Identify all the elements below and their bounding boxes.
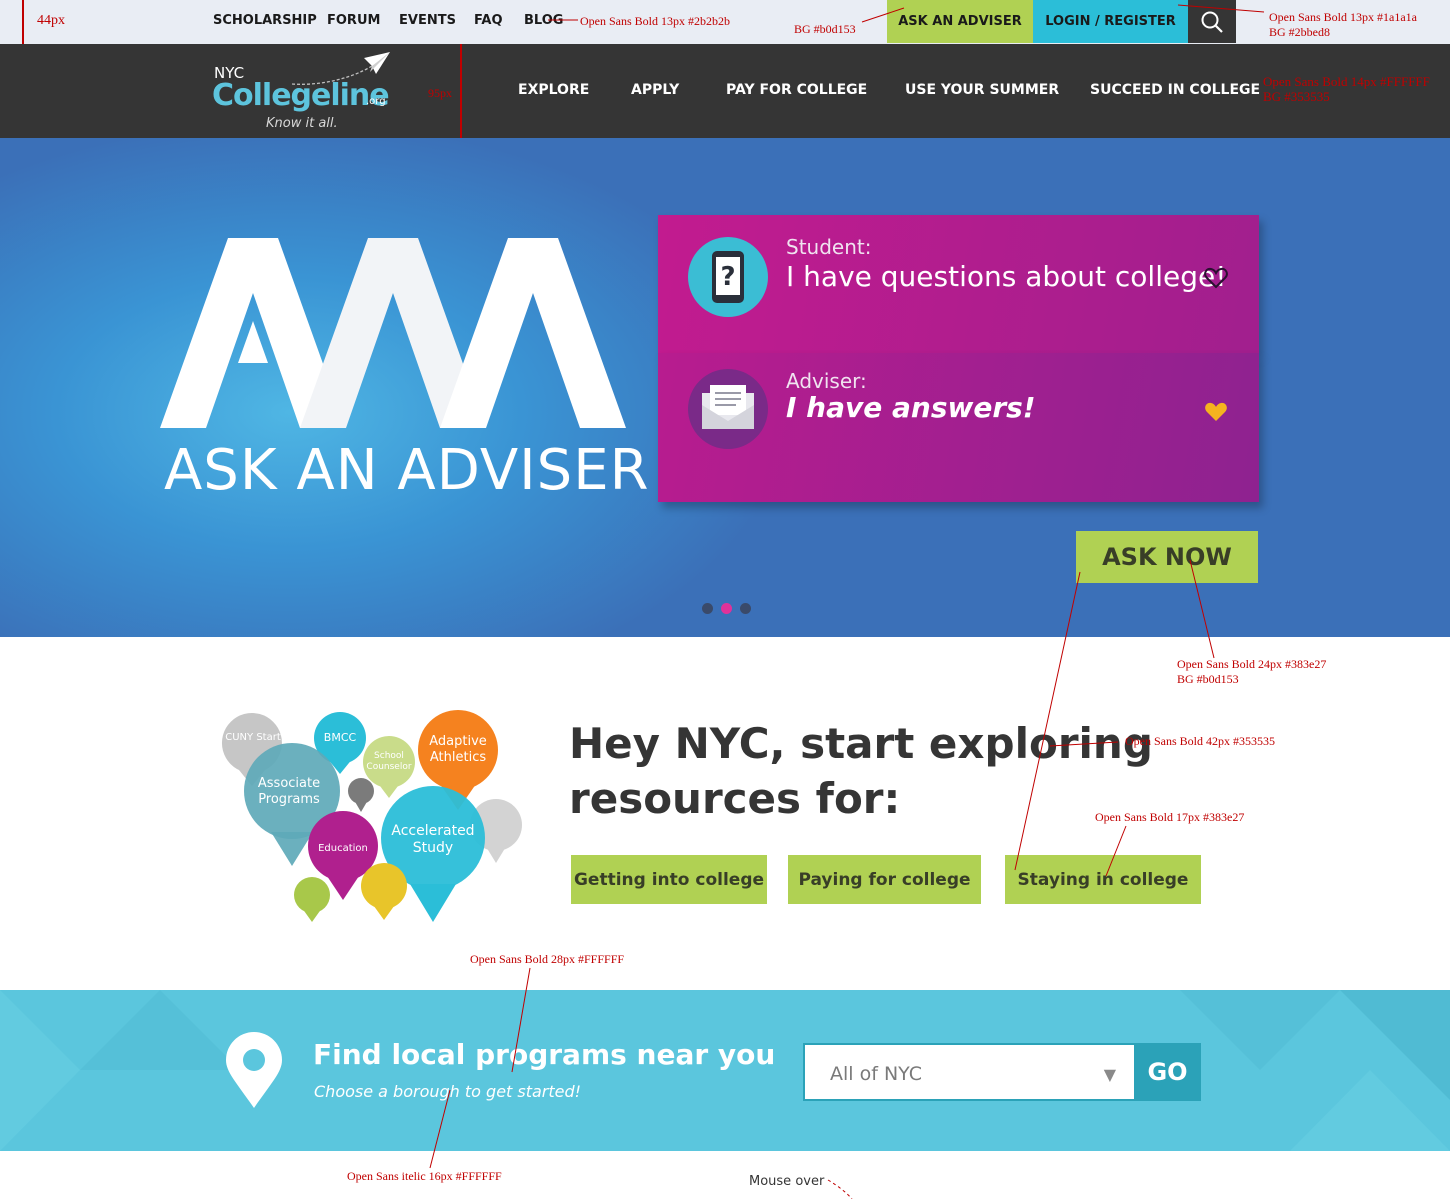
ask-adviser-button[interactable]: ASK AN ADVISER [887,0,1033,43]
util-link-scholarship[interactable]: SCHOLARSHIP [213,13,317,28]
svg-text:?: ? [720,262,735,292]
aaa-logo-graphic [160,238,626,428]
nav-apply[interactable]: APPLY [631,82,679,98]
main-nav: NYC Collegeline .org Know it all. EXPLOR… [0,44,1450,138]
hero-banner: ASK AN ADVISER ? Student: I have questio… [0,138,1450,637]
student-message: I have questions about college! [786,260,1227,293]
logo-tagline: Know it all. [266,116,338,131]
ask-now-button[interactable]: ASK NOW [1076,531,1258,583]
find-local-section: Find local programs near you Choose a bo… [0,990,1450,1151]
logo-suffix: .org [366,96,386,107]
annotation-util-font: Open Sans Bold 13px #2b2b2b [580,14,730,28]
find-local-subtitle: Choose a borough to get started! [314,1082,582,1101]
bubble-label-accelerated-study: Accelerated Study [391,823,475,856]
annotation-marker [460,44,462,138]
annotation-nav-font: Open Sans Bold 14px #FFFFFF [1263,74,1430,89]
borough-select-value: All of NYC [830,1063,922,1085]
annotation-asknow-font: Open Sans Bold 24px #383e27 [1177,657,1327,671]
annotation-btn-font: Open Sans Bold 17px #383e27 [1095,810,1245,824]
bubble-label-bmcc: BMCC [323,731,357,744]
annotation-ask-bg: BG #b0d153 [794,22,856,36]
adviser-role: Adviser: [786,369,867,393]
annotation-login-font: Open Sans Bold 13px #1a1a1a [1269,10,1417,24]
search-icon [1201,11,1223,33]
find-local-title: Find local programs near you [313,1038,776,1071]
dropdown-arrow-icon: ▼ [1103,1065,1116,1084]
annotation-title-font: Open Sans Bold 42px #353535 [1125,734,1275,748]
annotation-sub-font: Open Sans itelic 16px #FFFFFF [347,1169,502,1183]
adviser-message: I have answers! [786,391,1036,424]
annotation-marker [22,0,24,44]
carousel-dot-1[interactable] [702,603,713,614]
util-link-forum[interactable]: FORUM [327,13,380,28]
carousel-dot-3[interactable] [740,603,751,614]
login-register-button[interactable]: LOGIN / REGISTER [1033,0,1188,43]
location-pin-icon [226,1032,282,1108]
nav-pay-for-college[interactable]: PAY FOR COLLEGE [726,82,867,98]
envelope-icon [688,369,768,449]
logo-name: Collegeline [212,78,390,113]
bubble-label-associate-programs: Associate Programs [257,776,321,807]
annotation-nav-bg: BG #353535 [1263,89,1330,104]
staying-in-college-button[interactable]: Staying in college [1005,855,1201,904]
search-button[interactable] [1188,0,1236,43]
student-card: ? Student: I have questions about colleg… [658,215,1259,353]
nav-explore[interactable]: EXPLORE [518,82,589,98]
carousel-dot-2[interactable] [721,603,732,614]
annotation-asknow-bg: BG #b0d153 [1177,672,1239,686]
heart-filled-icon[interactable] [1204,401,1228,423]
explore-title: Hey NYC, start exploring resources for: [569,719,1153,823]
adviser-card: Adviser: I have answers! [658,353,1259,502]
getting-into-college-button[interactable]: Getting into college [571,855,767,904]
nav-succeed-in-college[interactable]: SUCCEED IN COLLEGE [1090,82,1260,98]
bubble-label-education: Education [318,843,368,854]
heart-outline-icon[interactable] [1204,267,1228,289]
nav-use-your-summer[interactable]: USE YOUR SUMMER [905,82,1059,98]
annotation-login-bg: BG #2bbed8 [1269,25,1330,39]
borough-select[interactable]: All of NYC ▼ [803,1043,1134,1101]
go-button[interactable]: GO [1134,1043,1201,1101]
site-logo[interactable]: NYC Collegeline .org Know it all. [212,52,392,132]
phone-question-icon: ? [688,237,768,317]
student-role: Student: [786,235,872,259]
annotation-height-95: 95px [428,86,452,100]
annotation-find-font: Open Sans Bold 28px #FFFFFF [470,952,625,966]
util-link-faq[interactable]: FAQ [474,13,503,28]
bubble-label-cuny-start: CUNY Start [225,732,281,743]
annotation-height-44: 44px [37,13,65,28]
util-link-blog[interactable]: BLOG [524,13,563,28]
hero-heading: ASK AN ADVISER [164,438,650,503]
paying-for-college-button[interactable]: Paying for college [788,855,981,904]
bubble-label-school-counselor: School Counselor [366,751,412,772]
bubble-label-adaptive-athletics: Adaptive Athletics [429,734,487,765]
mouse-over-note: Mouse over [749,1174,825,1189]
util-link-events[interactable]: EVENTS [399,13,456,28]
